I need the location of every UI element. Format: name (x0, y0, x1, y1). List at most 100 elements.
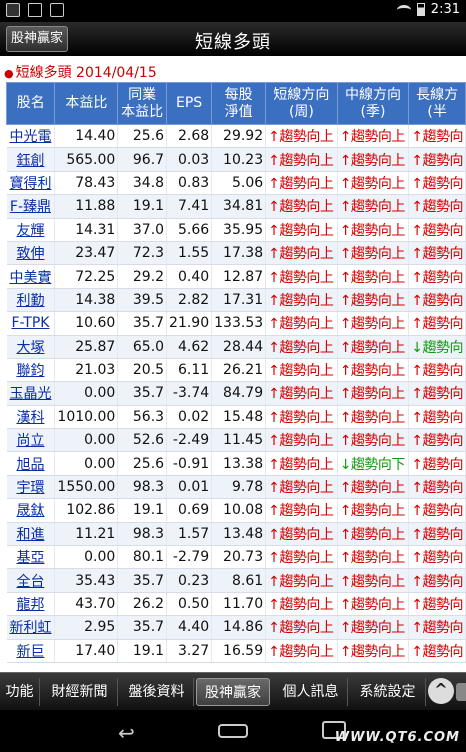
nav-back-icon[interactable]: ↩ (118, 721, 135, 745)
mid-trend-cell: ↑趨勢向上 (337, 405, 410, 430)
stock-name-link[interactable]: 全台 (6, 568, 56, 593)
table-row[interactable]: 全台 35.43 35.7 0.23 8.61 ↑趨勢向上 ↑趨勢向上 ↑趨勢向 (6, 568, 466, 593)
stock-name-link[interactable]: 大塚 (6, 335, 56, 359)
lock-icon[interactable] (456, 683, 466, 701)
pe-cell: 102.86 (54, 498, 119, 523)
tab-0[interactable]: 功能 (0, 678, 40, 706)
nav-cell: 5.06 (211, 171, 267, 196)
short-trend-cell: ↑趨勢向上 (265, 288, 338, 313)
table-row[interactable]: 聯鈞 21.03 20.5 6.11 26.21 ↑趨勢向上 ↑趨勢向上 ↑趨勢向 (6, 358, 466, 383)
expand-up-icon[interactable]: ^ (428, 678, 454, 704)
table-row[interactable]: 致伸 23.47 72.3 1.55 17.38 ↑趨勢向上 ↑趨勢向上 ↑趨勢向 (6, 241, 466, 266)
table-row[interactable]: 友輝 14.31 37.0 5.66 35.95 ↑趨勢向上 ↑趨勢向上 ↑趨勢向 (6, 218, 466, 242)
stock-name-link[interactable]: F-TPK (6, 311, 56, 336)
industry-pe-cell: 25.6 (117, 451, 168, 476)
column-header[interactable]: 中線方向 (季) (336, 82, 410, 125)
short-trend-cell: ↑趨勢向上 (265, 381, 338, 406)
short-trend-cell: ↑趨勢向上 (265, 475, 338, 500)
table-row[interactable]: 中光電 14.40 25.6 2.68 29.92 ↑趨勢向上 ↑趨勢向上 ↑趨勢向 (6, 124, 466, 149)
stock-name-link[interactable]: 中光電 (6, 124, 56, 149)
column-header-line2: (季) (360, 103, 386, 120)
table-row[interactable]: 漢科 1010.00 56.3 0.02 15.48 ↑趨勢向上 ↑趨勢向上 ↑趨勢向 (6, 405, 466, 430)
table-row[interactable]: 和進 11.21 98.3 1.57 13.48 ↑趨勢向上 ↑趨勢向上 ↑趨勢向 (6, 522, 466, 547)
tab-5[interactable]: 系統設定 (350, 678, 426, 706)
industry-pe-cell: 19.1 (117, 498, 168, 523)
industry-pe-cell: 72.3 (117, 241, 168, 266)
mid-trend-cell: ↑趨勢向上 (337, 428, 410, 453)
tab-4[interactable]: 個人訊息 (274, 678, 348, 706)
table-row[interactable]: 中美實 72.25 29.2 0.40 12.87 ↑趨勢向上 ↑趨勢向上 ↑趨勢向 (6, 264, 466, 289)
stock-name-link[interactable]: 友輝 (6, 218, 56, 242)
nav-cell: 9.78 (211, 475, 267, 500)
stock-name-link[interactable]: 中美實 (6, 264, 56, 289)
pe-cell: 0.00 (54, 428, 119, 453)
table-row[interactable]: 鈺創 565.00 96.7 0.03 10.23 ↑趨勢向上 ↑趨勢向上 ↑趨勢向 (6, 147, 466, 172)
stock-name-link[interactable]: 基亞 (6, 545, 56, 570)
long-trend-cell: ↑趨勢向 (408, 475, 466, 500)
stock-name-link[interactable]: 新利虹 (6, 615, 56, 640)
nav-home-icon[interactable] (218, 724, 248, 738)
tab-2[interactable]: 盤後資料 (120, 678, 194, 706)
table-row[interactable]: 玉晶光 0.00 35.7 -3.74 84.79 ↑趨勢向上 ↑趨勢向上 ↑趨勢向 (6, 381, 466, 406)
table-row[interactable]: 尚立 0.00 52.6 -2.49 11.45 ↑趨勢向上 ↑趨勢向上 ↑趨勢向 (6, 428, 466, 453)
content-area[interactable]: ● 短線多頭 2014/04/15 股名 本益比 同業 本益比 EPS 每股 淨值 短線方向 (周… (0, 56, 466, 672)
table-row[interactable]: F-臻鼎 11.88 19.1 7.41 34.81 ↑趨勢向上 ↑趨勢向上 ↑趨勢向 (6, 194, 466, 219)
pe-cell: 14.31 (54, 218, 119, 242)
column-header[interactable]: EPS (166, 82, 213, 125)
column-header[interactable]: 本益比 (54, 82, 119, 125)
mid-trend-cell: ↑趨勢向上 (337, 639, 410, 663)
table-row[interactable]: 新巨 17.40 19.1 3.27 16.59 ↑趨勢向上 ↑趨勢向上 ↑趨勢向 (6, 639, 466, 663)
table-row[interactable]: 基亞 0.00 80.1 -2.79 20.73 ↑趨勢向上 ↑趨勢向上 ↑趨勢向 (6, 545, 466, 570)
long-trend-cell: ↑趨勢向 (408, 194, 466, 219)
short-trend-cell: ↑趨勢向上 (265, 358, 338, 383)
column-header[interactable]: 每股 淨值 (211, 82, 267, 125)
eps-cell: -2.49 (166, 428, 213, 453)
industry-pe-cell: 35.7 (117, 615, 168, 640)
long-trend-cell: ↑趨勢向 (408, 639, 466, 663)
mid-trend-cell: ↑趨勢向上 (337, 522, 410, 547)
stock-name-link[interactable]: F-臻鼎 (6, 194, 56, 219)
stock-name-link[interactable]: 宇環 (6, 475, 56, 500)
column-header[interactable]: 短線方向 (周) (265, 82, 338, 125)
stock-name-link[interactable]: 晟鈦 (6, 498, 56, 523)
nav-cell: 17.31 (211, 288, 267, 313)
stock-name-link[interactable]: 鈺創 (6, 147, 56, 172)
stock-name-link[interactable]: 玉晶光 (6, 381, 56, 406)
short-trend-cell: ↑趨勢向上 (265, 124, 338, 149)
table-row[interactable]: F-TPK 10.60 35.7 21.90 133.53 ↑趨勢向上 ↑趨勢向上 ↑趨勢向 (6, 311, 466, 336)
column-header[interactable]: 股名 (5, 82, 56, 125)
stock-name-link[interactable]: 聯鈞 (6, 358, 56, 383)
table-row[interactable]: 龍邦 43.70 26.2 0.50 11.70 ↑趨勢向上 ↑趨勢向上 ↑趨勢向 (6, 592, 466, 617)
industry-pe-cell: 35.7 (117, 311, 168, 336)
stock-name-link[interactable]: 漢科 (6, 405, 56, 430)
tab-3[interactable]: 股神贏家 (196, 678, 270, 706)
table-row[interactable]: 旭品 0.00 25.6 -0.91 13.38 ↑趨勢向上 ↓趨勢向下 ↑趨勢向 (6, 451, 466, 476)
column-header[interactable]: 同業 本益比 (117, 82, 168, 125)
long-trend-cell: ↑趨勢向 (408, 218, 466, 242)
short-trend-cell: ↑趨勢向上 (265, 311, 338, 336)
stock-name-link[interactable]: 尚立 (6, 428, 56, 453)
mid-trend-cell: ↑趨勢向上 (337, 475, 410, 500)
table-row[interactable]: 利勤 14.38 39.5 2.82 17.31 ↑趨勢向上 ↑趨勢向上 ↑趨勢向 (6, 288, 466, 313)
table-row[interactable]: 宇環 1550.00 98.3 0.01 9.78 ↑趨勢向上 ↑趨勢向上 ↑趨勢向 (6, 475, 466, 500)
table-row[interactable]: 新利虹 2.95 35.7 4.40 14.86 ↑趨勢向上 ↑趨勢向上 ↑趨勢向 (6, 615, 466, 640)
stock-name-link[interactable]: 龍邦 (6, 592, 56, 617)
table-body: 中光電 14.40 25.6 2.68 29.92 ↑趨勢向上 ↑趨勢向上 ↑趨勢向 鈺創 565… (6, 124, 466, 663)
stock-name-link[interactable]: 新巨 (6, 639, 56, 663)
table-row[interactable]: 晟鈦 102.86 19.1 0.69 10.08 ↑趨勢向上 ↑趨勢向上 ↑趨勢向 (6, 498, 466, 523)
column-header-line1: 每股 (224, 86, 253, 103)
watermark: WWW.QT6.COM (334, 730, 460, 745)
stock-name-link[interactable]: 寶得利 (6, 171, 56, 196)
stock-name-link[interactable]: 致伸 (6, 241, 56, 266)
stock-name-link[interactable]: 利勤 (6, 288, 56, 313)
table-row[interactable]: 寶得利 78.43 34.8 0.83 5.06 ↑趨勢向上 ↑趨勢向上 ↑趨勢向 (6, 171, 466, 196)
tab-1[interactable]: 財經新聞 (42, 678, 118, 706)
table-row[interactable]: 大塚 25.87 65.0 4.62 28.44 ↑趨勢向上 ↑趨勢向上 ↓趨勢向 (6, 335, 466, 359)
stock-name-link[interactable]: 旭品 (6, 451, 56, 476)
eps-cell: 6.11 (166, 358, 213, 383)
pe-cell: 78.43 (54, 171, 119, 196)
mid-trend-cell: ↑趨勢向上 (337, 147, 410, 172)
column-header[interactable]: 長線方 (半 (408, 82, 466, 125)
short-trend-cell: ↑趨勢向上 (265, 218, 338, 242)
stock-name-link[interactable]: 和進 (6, 522, 56, 547)
